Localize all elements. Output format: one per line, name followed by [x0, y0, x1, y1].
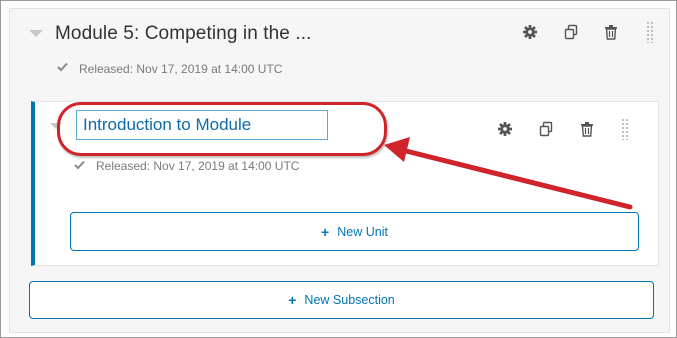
new-unit-label: New Unit	[337, 224, 388, 239]
subsection-release-status: Released: Nov 17, 2019 at 14:00 UTC	[96, 159, 300, 173]
new-subsection-label: New Subsection	[304, 293, 395, 307]
checkmark-icon	[57, 62, 68, 72]
duplicate-icon[interactable]	[563, 24, 579, 40]
plus-icon: +	[321, 223, 330, 240]
annotation-highlight-oval	[57, 102, 387, 156]
caret-down-icon[interactable]	[29, 30, 43, 37]
gear-icon[interactable]	[522, 24, 538, 40]
screenshot-frame: Module 5: Competing in the ... Released:…	[0, 0, 677, 338]
plus-icon: +	[288, 292, 297, 308]
new-subsection-button[interactable]: + New Subsection	[29, 281, 654, 319]
trash-icon[interactable]	[603, 24, 619, 40]
section-title[interactable]: Module 5: Competing in the ...	[55, 23, 311, 45]
checkmark-icon	[74, 160, 85, 170]
section-release-status: Released: Nov 17, 2019 at 14:00 UTC	[79, 62, 283, 76]
drag-handle-icon[interactable]	[646, 21, 654, 43]
annotation-arrow	[384, 137, 633, 210]
